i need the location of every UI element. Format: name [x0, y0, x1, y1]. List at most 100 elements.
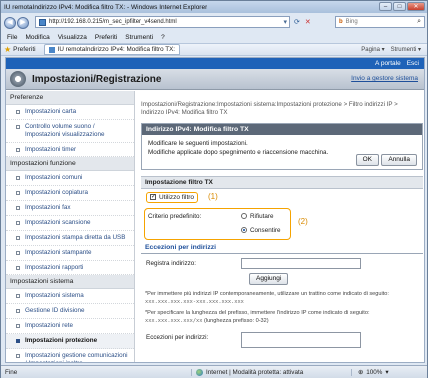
favorites-bar: ★ Preferiti IU remotaIndirizzo IPv4: Mod…: [1, 43, 427, 56]
refresh-icon[interactable]: ⟳: [294, 18, 300, 26]
page-title: Impostazioni/Registrazione: [32, 73, 162, 85]
page-menu[interactable]: Pagina ▾: [361, 46, 384, 53]
sidebar: Preferenze Impostazioni carta Controllo …: [6, 91, 135, 362]
minimize-button[interactable]: –: [379, 2, 392, 11]
callout-1: (1): [208, 191, 218, 201]
menu-help[interactable]: ?: [161, 34, 165, 41]
browser-tab[interactable]: IU remotaIndirizzo IPv4: Modifica filtro…: [43, 44, 181, 55]
bullet-icon: [16, 176, 20, 181]
exceptions-label: Eccezioni per indirizzi:: [146, 334, 209, 342]
prefix-note: *Per specificare la lunghezza del prefis…: [141, 309, 423, 326]
sidebar-item-label: Impostazioni sistema: [25, 292, 84, 300]
title-bar: IU remotaIndirizzo IPv4: Modifica filtro…: [1, 1, 427, 13]
dialog-message-1: Modificare le seguenti impostazioni.: [148, 139, 248, 147]
zoom-icon: ⊕: [358, 368, 364, 376]
zoom-control[interactable]: ⊕ 100% ▾: [351, 368, 389, 376]
reject-radio[interactable]: Rifiutare: [241, 213, 273, 220]
sidebar-item-scan[interactable]: Impostazioni scansione: [6, 216, 134, 231]
add-button[interactable]: Aggiungi: [249, 272, 289, 285]
use-filter-checkbox[interactable]: ✓ Utilizzo filtro: [146, 191, 199, 203]
bing-logo-icon: b: [339, 19, 343, 25]
globe-icon: [196, 368, 203, 376]
chevron-down-icon[interactable]: ▾: [385, 369, 388, 376]
exit-link[interactable]: Esci: [407, 60, 419, 67]
address-exceptions-heading: Eccezioni per indirizzi: [141, 244, 423, 254]
allow-radio[interactable]: Consentire: [241, 227, 280, 234]
edit-dialog: Indirizzo IPv4: Modifica filtro TX Modif…: [141, 122, 423, 170]
favorites-label[interactable]: Preferiti: [13, 46, 35, 53]
sidebar-item-label: Gestione ID divisione: [25, 307, 85, 315]
portal-bar: A portale Esci: [6, 58, 424, 69]
bullet-icon: [16, 206, 20, 211]
sidebar-item-label: Impostazioni gestione comunicazioni / Im…: [25, 351, 128, 362]
menu-strumenti[interactable]: Strumenti: [125, 34, 153, 41]
stop-icon[interactable]: ✕: [305, 18, 311, 26]
sidebar-item-label: Impostazioni rapporti: [25, 263, 84, 271]
range-note-example: xxx.xxx.xxx.xxx-xxx.xxx.xxx.xxx: [145, 298, 244, 305]
dropdown-arrow-icon[interactable]: ▾: [283, 18, 287, 26]
menu-bar: File Modifica Visualizza Preferiti Strum…: [1, 32, 427, 42]
search-icon[interactable]: ⌕: [417, 18, 421, 26]
window-title: IU remotaIndirizzo IPv4: Modifica filtro…: [4, 3, 208, 11]
sidebar-item-security[interactable]: Impostazioni protezione: [6, 334, 134, 349]
address-bar[interactable]: http://192.168.0.215/m_sec_ipfilter_v4se…: [35, 16, 290, 28]
menu-preferiti[interactable]: Preferiti: [95, 34, 117, 41]
default-policy-label: Criterio predefinito:: [148, 212, 202, 220]
zone-text: Internet | Modalità protetta: attivata: [206, 368, 304, 376]
sidebar-item-paper-settings[interactable]: Impostazioni carta: [6, 105, 134, 120]
navigation-row: ◀ ▶ http://192.168.0.215/m_sec_ipfilter_…: [1, 14, 427, 31]
exceptions-list[interactable]: [241, 332, 361, 349]
bullet-icon: [16, 353, 20, 358]
security-zone[interactable]: Internet | Modalità protetta: attivata: [191, 368, 351, 376]
maximize-button[interactable]: □: [393, 2, 406, 11]
default-policy-group: Criterio predefinito: Rifiutare Consenti…: [144, 207, 308, 240]
menu-file[interactable]: File: [7, 34, 17, 41]
menu-visualizza[interactable]: Visualizza: [58, 34, 87, 41]
range-note: *Per immettere più indirizzi IP contempo…: [141, 290, 423, 307]
bullet-icon: [16, 250, 20, 255]
sidebar-item-fax[interactable]: Impostazioni fax: [6, 201, 134, 217]
zoom-level: 100%: [366, 368, 383, 376]
breadcrumb: Impostazioni/Registrazione:Impostazioni …: [141, 101, 398, 117]
sidebar-item-copy[interactable]: Impostazioni copiatura: [6, 186, 134, 202]
browser-window: IU remotaIndirizzo IPv4: Modifica filtro…: [0, 0, 428, 378]
checkbox-checked-icon[interactable]: ✓: [150, 194, 156, 201]
portal-link[interactable]: A portale: [375, 60, 401, 67]
sidebar-item-comm-management[interactable]: Impostazioni gestione comunicazioni / Im…: [6, 349, 134, 362]
menu-modifica[interactable]: Modifica: [25, 34, 49, 41]
sidebar-item-usb-print[interactable]: Impostazioni stampa diretta da USB: [6, 231, 134, 246]
radio-unselected-icon[interactable]: [241, 213, 247, 220]
favorites-star-icon[interactable]: ★: [4, 45, 11, 54]
command-bar: Pagina ▾ Strumenti ▾: [361, 46, 421, 53]
ok-button[interactable]: OK: [355, 153, 379, 166]
status-bar: Fine Internet | Modalità protetta: attiv…: [1, 365, 427, 378]
sidebar-item-dept-id[interactable]: Gestione ID divisione: [6, 304, 134, 320]
close-button[interactable]: ✕: [407, 2, 425, 11]
cancel-button[interactable]: Annulla: [381, 153, 417, 166]
radio-selected-icon[interactable]: [241, 227, 247, 234]
sidebar-item-label: Impostazioni timer: [25, 145, 77, 153]
bullet-icon: [16, 309, 20, 314]
refresh-stop-group: ⟳ ✕: [294, 16, 332, 28]
send-to-admin-link[interactable]: Invio a gestore sistema: [351, 75, 418, 82]
sidebar-item-timer-settings[interactable]: Impostazioni timer: [6, 143, 134, 158]
search-box[interactable]: b Bing ⌕: [335, 16, 425, 28]
sidebar-item-reports[interactable]: Impostazioni rapporti: [6, 261, 134, 276]
tools-menu[interactable]: Strumenti ▾: [391, 46, 421, 53]
forward-icon[interactable]: ▶: [17, 16, 29, 29]
callout-2: (2): [298, 216, 308, 226]
sidebar-item-system[interactable]: Impostazioni sistema: [6, 289, 134, 305]
header-band: Impostazioni/Registrazione Invio a gesto…: [6, 69, 424, 90]
bullet-icon: [16, 221, 20, 226]
tab-title: IU remotaIndirizzo IPv4: Modifica filtro…: [57, 46, 176, 53]
page-content: A portale Esci Impostazioni/Registrazion…: [5, 57, 425, 363]
page-icon: [39, 18, 46, 26]
sidebar-heading-preferences: Preferenze: [6, 91, 134, 105]
register-address-input[interactable]: [241, 257, 361, 269]
sidebar-item-common[interactable]: Impostazioni comuni: [6, 171, 134, 187]
back-icon[interactable]: ◀: [4, 16, 16, 29]
sidebar-item-printer[interactable]: Impostazioni stampante: [6, 246, 134, 261]
bullet-icon: [16, 147, 20, 152]
sidebar-item-network[interactable]: Impostazioni rete: [6, 319, 134, 335]
sidebar-item-volume-display[interactable]: Controllo volume suono / Impostazioni vi…: [6, 120, 134, 143]
